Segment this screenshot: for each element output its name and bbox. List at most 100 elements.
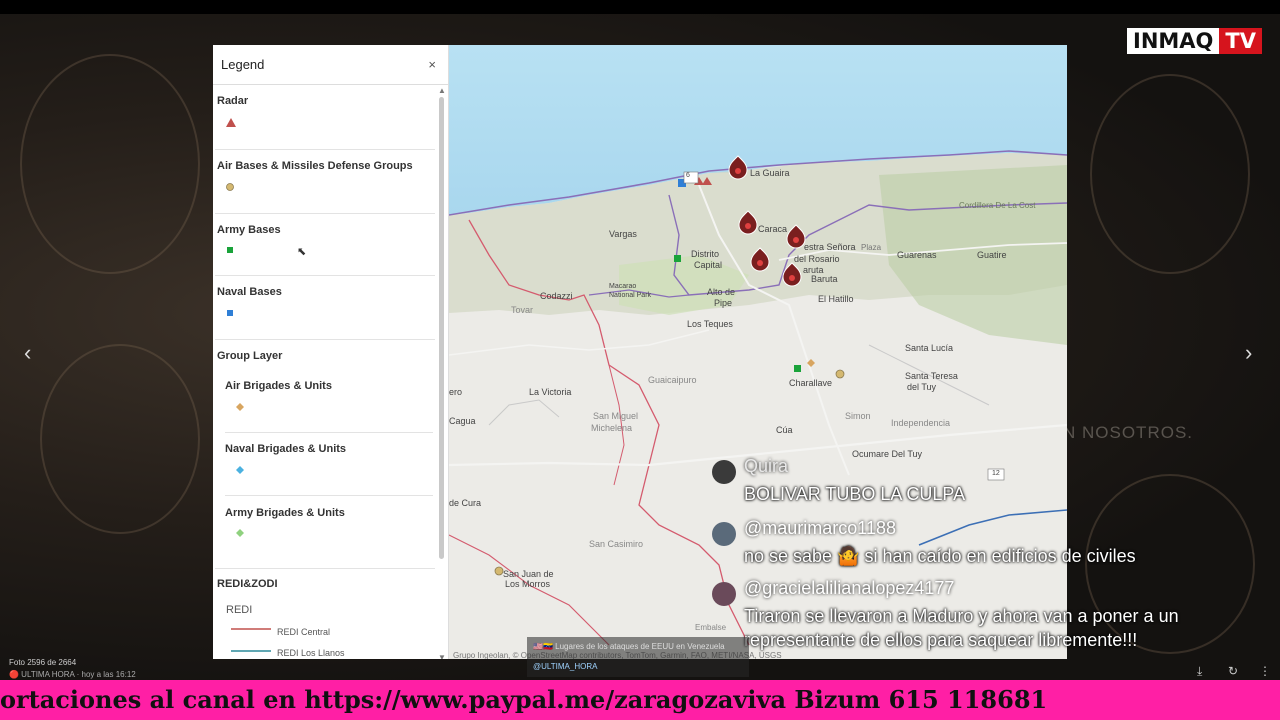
map-label: Simon [845,411,871,421]
legend-item-naval-brigades: Naval Brigades & Units [225,443,347,455]
chat-username: Quira [744,456,789,476]
legend-section-radar: Radar [215,95,248,107]
map-label: Caraca [758,224,788,234]
map-label: La Victoria [529,387,572,397]
diamond-icon [236,529,244,537]
redi-line-label: REDI Central [277,627,331,637]
map-label: de Cura [449,498,482,508]
fire-icon [782,262,802,287]
legend-section-title: Army Bases [217,224,281,236]
diamond-icon [236,466,244,474]
scroll-up-icon[interactable]: ▲ [438,86,446,95]
chat-text: representante de ellos para saquear libr… [744,630,1138,650]
donation-ticker: ortaciones al canal en https://www.paypa… [0,680,1280,720]
map-label: National Park [609,292,652,299]
avatar [712,522,736,546]
map-label: Vargas [609,229,637,239]
redi-subtitle: REDI [226,604,253,616]
map-label: Alto de [707,287,736,297]
channel-logo: INMAQ TV [1127,28,1262,54]
legend-title: Legend [221,57,265,72]
map-label: La Guaira [750,168,790,178]
map-label: San Juan de [503,569,554,579]
channel-time: 🔴 ULTIMA HORA · hoy a las 16:12 [9,670,136,679]
photo-counter: Foto 2596 de 2664 [9,658,77,667]
group-layer-title: Group Layer [217,350,283,362]
legend-section-army-bases: Army Bases [215,224,281,236]
divider [215,149,435,150]
ticker-text: ortaciones al canal en https://www.paypa… [0,685,1048,714]
chat-text: Tiraron se llevaron a Maduro y ahora van… [744,606,1179,626]
map-label: Cagua [449,416,476,426]
legend-group-layer: Group Layer [215,350,282,362]
map-label: San Miguel [593,411,639,421]
diamond-icon [236,403,244,411]
more-icon[interactable]: ⋮ [1259,664,1271,678]
legend-section-air-bases: Air Bases & Missiles Defense Groups [215,160,413,172]
map-label: El Hatillo [818,294,854,304]
download-icon[interactable]: ⤓ [1197,664,1202,679]
map-label: Distrito [691,249,720,259]
map-label: Los Morros [505,579,551,589]
divider [215,275,435,276]
logo-part-2: TV [1219,28,1262,54]
map-label: Macarao [609,283,637,290]
legend-item-army-brigades: Army Brigades & Units [225,507,345,519]
map-label: Baruta [811,274,838,284]
legend-section-title: Radar [217,95,249,107]
next-photo-button[interactable]: › [1245,340,1252,366]
screen: N NOSOTROS. INMAQ TV ‹ › Legend × Radar … [0,0,1280,720]
map-label: Guatire [977,250,1007,260]
legend-panel: Legend × Radar Air Bases & Missiles Defe… [213,45,449,659]
fire-icon [738,210,758,235]
scroll-down-icon[interactable]: ▼ [438,653,446,659]
map-label: estra Señora [804,242,856,252]
map-label: Guarenas [897,250,937,260]
map-label: Codazzi [540,291,573,301]
fire-icon [750,247,770,272]
chat-text: no se sabe 🤷 si han caído en edificios d… [744,546,1136,566]
prev-photo-button[interactable]: ‹ [24,340,31,366]
map-label: Independencia [891,418,951,428]
fire-icon [786,224,806,249]
legend-header: Legend × [213,45,448,85]
legend-section-naval-bases: Naval Bases [215,286,282,298]
map-label: San Casimiro [589,539,644,549]
map-label: ero [449,387,463,397]
map-label: Capital [694,260,723,270]
line-symbol [231,628,271,630]
circle-icon [226,183,234,191]
square-icon [227,310,233,316]
map-label: del Rosario [794,254,840,264]
divider [225,432,433,433]
road-number: 6 [686,172,690,179]
photo-caption: 🇺🇸🇻🇪 Lugares de los ataques de EEUU en V… [527,637,749,677]
mouse-cursor-icon: ⬉ [297,246,307,258]
triangle-icon [226,118,236,127]
redi-zodi-title: REDI&ZODI [217,578,278,590]
map-label: Pipe [714,298,733,308]
background-caption: N NOSOTROS. [1063,423,1194,442]
chat-text: BOLIVAR TUBO LA CULPA [744,484,966,504]
map-label: Charallave [789,378,833,388]
divider [215,568,435,569]
redi-line-label: REDI Los Llanos [277,648,345,658]
rotate-icon[interactable]: ↻ [1228,664,1238,678]
close-icon[interactable]: × [428,57,436,72]
live-chat-overlay: Quira BOLIVAR TUBO LA CULPA @maurimarco1… [704,450,1244,660]
map-label: Cúa [776,425,793,435]
legend-item-air-brigades: Air Brigades & Units [225,380,332,392]
avatar [712,582,736,606]
map-label: Los Teques [687,319,733,329]
map-label: Santa Teresa [905,371,958,381]
legend-section-title: Air Bases & Missiles Defense Groups [217,160,413,172]
legend-section-title: Naval Bases [217,286,282,298]
caption-handle[interactable]: @ULTIMA_HORA [533,662,597,671]
fire-icon [728,155,748,180]
top-bar [0,0,1280,14]
divider [225,495,433,496]
legend-scrollbar[interactable]: ▲ ▼ [438,86,446,659]
map-label: del Tuy [907,382,937,392]
scrollbar-thumb[interactable] [439,97,444,559]
map-label: Michelena [591,423,633,433]
